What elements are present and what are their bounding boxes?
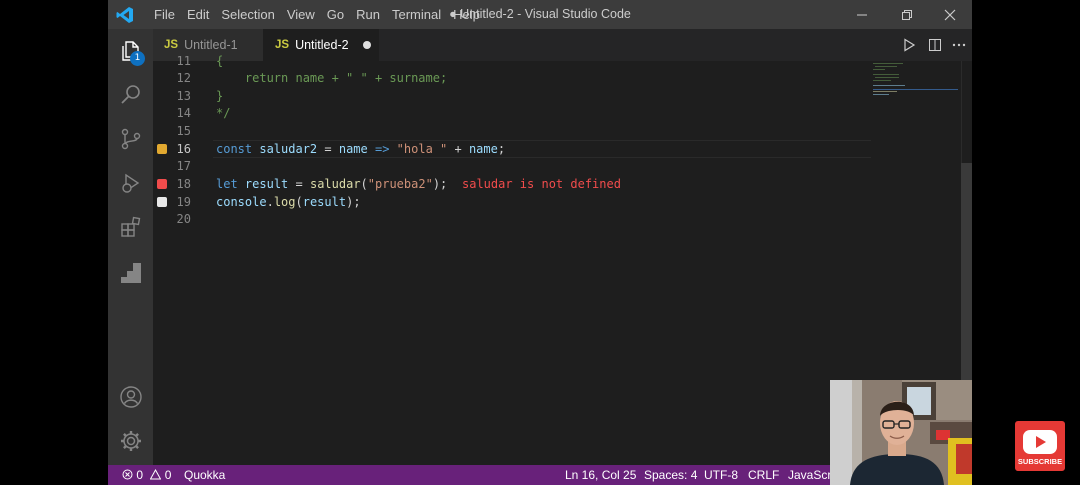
activity-bar: 1 xyxy=(108,29,153,465)
inline-error-message: saludar is not defined xyxy=(462,177,621,191)
restore-icon xyxy=(902,9,912,20)
menu-file[interactable]: File xyxy=(148,7,181,22)
minimap[interactable] xyxy=(871,61,961,101)
line-number: 13 xyxy=(176,89,191,103)
menu-run[interactable]: Run xyxy=(350,7,386,22)
line-number: 12 xyxy=(176,71,191,85)
menu-bar: File Edit Selection View Go Run Terminal… xyxy=(148,0,486,29)
line-number: 17 xyxy=(176,159,191,173)
warning-count: 0 xyxy=(164,468,172,482)
unsaved-dot-icon[interactable] xyxy=(362,41,371,49)
line-number: 16 xyxy=(176,142,191,156)
line-ending-status[interactable]: CRLF xyxy=(748,465,779,485)
explorer-button[interactable]: 1 xyxy=(108,29,153,73)
problems-indicator[interactable]: 0 0 xyxy=(122,465,171,485)
code-line: console.log(result); xyxy=(216,195,361,209)
restore-button[interactable] xyxy=(885,0,929,29)
accounts-button[interactable] xyxy=(108,375,153,419)
account-icon xyxy=(119,386,142,408)
close-icon xyxy=(944,9,956,20)
editor-tabs: JS Untitled-1 JS Untitled-2 xyxy=(153,29,972,61)
error-circle-icon xyxy=(122,469,133,480)
search-icon xyxy=(120,85,140,104)
tab-label: Untitled-1 xyxy=(184,38,238,52)
menu-terminal[interactable]: Terminal xyxy=(386,7,447,22)
line-number: 15 xyxy=(176,124,191,138)
tab-untitled-2[interactable]: JS Untitled-2 xyxy=(263,29,379,61)
javascript-file-icon: JS xyxy=(164,39,179,51)
line-number: 14 xyxy=(176,106,191,120)
screen: File Edit Selection View Go Run Terminal… xyxy=(0,0,1080,485)
manage-button[interactable] xyxy=(108,419,153,463)
ellipsis-icon xyxy=(952,43,966,47)
youtube-play-icon xyxy=(1023,430,1057,454)
extensions-icon xyxy=(120,216,140,237)
menu-view[interactable]: View xyxy=(281,7,321,22)
line-number: 19 xyxy=(176,195,191,209)
warning-triangle-icon xyxy=(150,468,162,480)
code-line: const saludar2 = name => "hola " + name; xyxy=(216,142,506,156)
subscribe-label: SUBSCRIBE xyxy=(1017,457,1063,466)
menu-help[interactable]: Help xyxy=(447,7,486,22)
webcam-person-image xyxy=(830,380,972,485)
stairs-icon xyxy=(120,263,141,283)
encoding-status[interactable]: UTF-8 xyxy=(704,465,738,485)
menu-go[interactable]: Go xyxy=(321,7,350,22)
youtube-subscribe-button[interactable]: SUBSCRIBE xyxy=(1015,421,1065,471)
search-button[interactable] xyxy=(108,73,153,117)
debug-icon xyxy=(121,173,139,193)
minimize-icon xyxy=(857,14,867,15)
tab-label: Untitled-2 xyxy=(295,38,349,52)
extensions-button[interactable] xyxy=(108,205,153,249)
split-editor-button[interactable] xyxy=(923,29,947,61)
more-actions-button[interactable] xyxy=(947,29,971,61)
vscode-logo-icon xyxy=(116,7,133,23)
indentation-status[interactable]: Spaces: 4 xyxy=(644,465,697,485)
code-line: } xyxy=(216,89,224,103)
cursor-position[interactable]: Ln 16, Col 25 xyxy=(565,465,636,485)
source-control-button[interactable] xyxy=(108,117,153,161)
menu-selection[interactable]: Selection xyxy=(215,7,280,22)
title-bar: File Edit Selection View Go Run Terminal… xyxy=(108,0,972,29)
minimize-button[interactable] xyxy=(840,0,884,29)
explorer-badge: 1 xyxy=(130,51,145,66)
javascript-file-icon: JS xyxy=(275,39,290,51)
line-number: 20 xyxy=(176,212,191,226)
source-control-icon xyxy=(121,128,140,150)
split-editor-icon xyxy=(929,39,941,51)
code-line: { xyxy=(216,54,224,68)
run-code-button[interactable] xyxy=(897,29,921,61)
line-number: 11 xyxy=(176,54,191,68)
webcam-overlay xyxy=(830,380,972,485)
error-count: 0 xyxy=(136,468,144,482)
close-window-button[interactable] xyxy=(928,0,972,29)
play-icon xyxy=(904,38,916,52)
quokka-status[interactable]: Quokka xyxy=(184,465,225,485)
gear-icon xyxy=(120,431,141,451)
code-line: return name + " " + surname; xyxy=(216,71,448,85)
quokka-panel-button[interactable] xyxy=(108,251,153,295)
code-line: let result = saludar("prueba2"); xyxy=(216,177,448,191)
code-line: */ xyxy=(216,106,231,120)
run-debug-button[interactable] xyxy=(108,161,153,205)
menu-edit[interactable]: Edit xyxy=(181,7,215,22)
line-number: 18 xyxy=(176,177,191,191)
